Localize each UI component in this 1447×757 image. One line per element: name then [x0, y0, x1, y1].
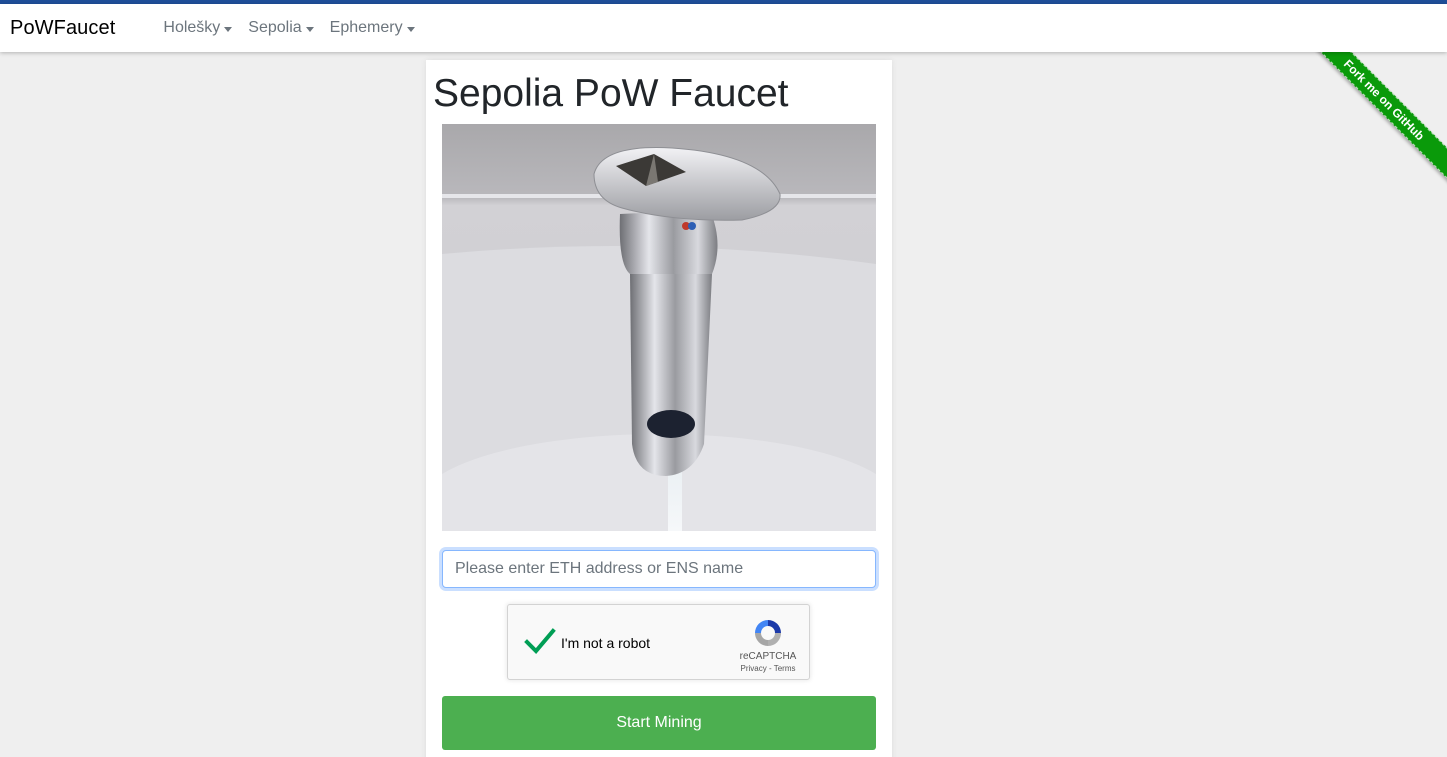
- recaptcha-widget: I'm not a robot reCAPTCHA Privacy - Term…: [507, 604, 810, 680]
- nav-dropdown-label: Holešky: [163, 19, 221, 36]
- github-ribbon-container: Fork me on GitHub: [1298, 52, 1447, 201]
- nav-dropdown-holesky[interactable]: Holešky: [163, 19, 233, 37]
- recaptcha-brand: reCAPTCHA: [739, 651, 797, 662]
- recaptcha-logo-icon: [752, 617, 784, 649]
- caret-down-icon: [406, 26, 415, 32]
- nav-dropdown-label: Ephemery: [329, 19, 403, 36]
- brand-link[interactable]: PoWFaucet: [10, 17, 115, 40]
- caret-down-icon: [224, 26, 233, 32]
- recaptcha-links-separator: -: [766, 664, 774, 673]
- navbar: PoWFaucet Holešky Sepolia Ephemery: [0, 4, 1447, 52]
- recaptcha-terms-link[interactable]: Terms: [774, 664, 796, 673]
- page-title: Sepolia PoW Faucet: [433, 72, 789, 115]
- recaptcha-checkbox[interactable]: [524, 625, 556, 657]
- nav-dropdown-sepolia[interactable]: Sepolia: [248, 19, 314, 37]
- start-mining-button[interactable]: Start Mining: [442, 696, 876, 750]
- checkmark-icon: [524, 628, 556, 654]
- recaptcha-label: I'm not a robot: [561, 635, 651, 651]
- recaptcha-privacy-link[interactable]: Privacy: [741, 664, 767, 673]
- faucet-illustration: [442, 124, 876, 531]
- nav-dropdown-label: Sepolia: [248, 19, 302, 36]
- eth-address-input[interactable]: [442, 550, 876, 588]
- recaptcha-links: Privacy - Terms: [726, 664, 810, 673]
- nav-dropdown-ephemery[interactable]: Ephemery: [330, 19, 415, 37]
- caret-down-icon: [305, 26, 314, 32]
- faucet-card: Sepolia PoW Faucet Please enter ETH addr…: [426, 60, 892, 757]
- fork-on-github-ribbon[interactable]: Fork me on GitHub: [1298, 52, 1447, 190]
- nav-menu: Holešky Sepolia Ephemery: [163, 19, 430, 37]
- faucet-image: [442, 124, 876, 531]
